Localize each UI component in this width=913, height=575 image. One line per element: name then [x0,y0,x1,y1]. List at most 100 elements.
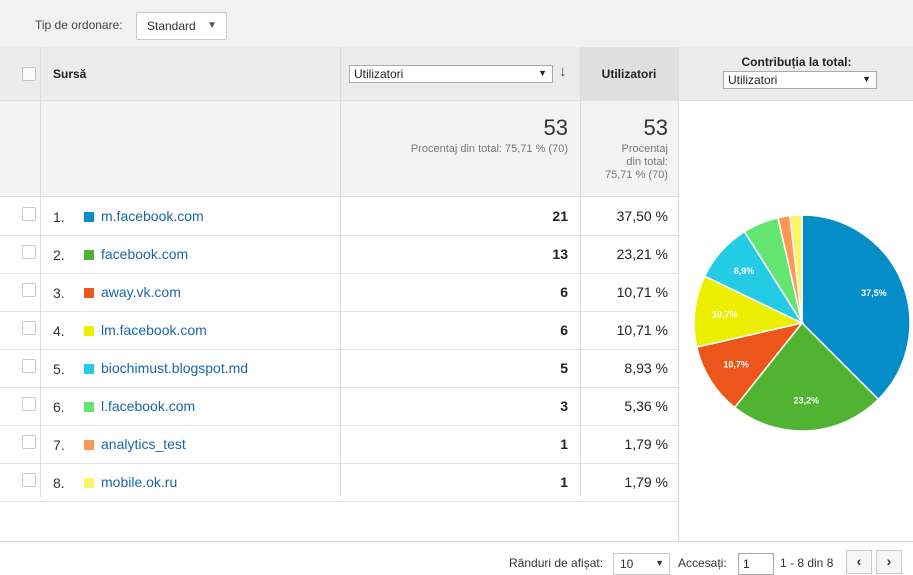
chevron-down-icon: ▼ [207,20,217,31]
rows-per-page-label: Rânduri de afișat: [509,556,604,570]
metric-select-value: Utilizatori [354,67,404,81]
row-number: 4. [53,323,65,339]
series-swatch [84,402,94,412]
table-row: 6. l.facebook.com 3 5,36 % [0,388,678,426]
toolbar: Tip de ordonare: Standard ▼ [0,0,913,47]
sort-type-label: Tip de ordonare: [35,18,123,32]
row-checkbox[interactable] [22,283,36,297]
source-column-header[interactable]: Sursă [53,67,86,81]
series-swatch [84,440,94,450]
row-number: 6. [53,399,65,415]
total-users-note-line3: 75,71 % (70) [605,169,668,181]
source-link[interactable]: biochimust.blogspot.md [101,360,248,376]
users-percent: 37,50 % [616,208,668,224]
users-percent: 10,71 % [616,284,668,300]
data-table: Sursă Utilizatori ▼ ↓ Utilizatori 53 Pro… [0,47,678,541]
sort-type-dropdown[interactable]: Standard ▼ [136,12,227,40]
series-swatch [84,288,94,298]
total-users-note-line2: din total: [626,156,668,168]
table-row: 3. away.vk.com 6 10,71 % [0,274,678,312]
column-divider [40,47,41,497]
table-row: 2. facebook.com 13 23,21 % [0,236,678,274]
column-divider [340,47,341,497]
users-percent: 8,93 % [624,360,668,376]
chevron-down-icon: ▼ [862,74,871,84]
source-link[interactable]: m.facebook.com [101,208,204,224]
source-link[interactable]: mobile.ok.ru [101,474,177,490]
users-percent: 23,21 % [616,246,668,262]
rows-per-page-select[interactable]: 10 ▼ [613,553,670,575]
metric-select[interactable]: Utilizatori ▼ [349,65,553,83]
go-to-page-input[interactable]: 1 [738,553,774,575]
row-checkbox[interactable] [22,245,36,259]
pie-slice-label: 10,7% [712,309,738,319]
chevron-down-icon: ▼ [538,68,547,78]
chevron-right-icon: › [886,553,892,569]
row-checkbox[interactable] [22,359,36,373]
table-row: 5. biochimust.blogspot.md 5 8,93 % [0,350,678,388]
contribution-header: Contribuția la total: Utilizatori ▼ [678,47,913,101]
previous-page-button[interactable]: ‹ [846,550,872,574]
table-row: 7. analytics_test 1 1,79 % [0,426,678,464]
series-swatch [84,364,94,374]
users-value: 13 [552,246,568,262]
pie-slice-label: 8,9% [734,266,755,276]
chevron-left-icon: ‹ [856,553,862,569]
row-number: 5. [53,361,65,377]
users-value: 3 [560,398,568,414]
total-users-value-2: 53 [643,115,668,140]
users-percent: 1,79 % [624,474,668,490]
sort-type-value: Standard [147,19,196,33]
totals-row: 53 Procentaj din total: 75,71 % (70) 53 … [0,101,678,197]
series-swatch [84,212,94,222]
row-checkbox[interactable] [22,321,36,335]
source-link[interactable]: away.vk.com [101,284,181,300]
table-row: 1. m.facebook.com 21 37,50 % [0,198,678,236]
contribution-title: Contribuția la total: [741,55,852,69]
column-divider [580,47,581,497]
contribution-pie-chart: 37,5% 23,2% 10,7% 10,7% 8,9% [693,214,911,432]
row-number: 1. [53,209,65,225]
series-swatch [84,478,94,488]
contribution-select[interactable]: Utilizatori ▼ [723,71,877,89]
users-column-header[interactable]: Utilizatori [580,47,678,101]
pie-slice-label: 10,7% [723,359,749,369]
row-checkbox[interactable] [22,207,36,221]
users-value: 1 [560,474,568,490]
source-link[interactable]: analytics_test [101,436,186,452]
pie-slice-label: 23,2% [794,396,820,406]
source-link[interactable]: facebook.com [101,246,188,262]
row-number: 8. [53,475,65,491]
users-percent: 5,36 % [624,398,668,414]
total-users-note-line1: Procentaj [621,143,668,155]
total-users-value: 53 [543,115,568,140]
go-to-label: Accesați: [678,556,727,570]
source-link[interactable]: lm.facebook.com [101,322,207,338]
series-swatch [84,326,94,336]
table-row: 8. mobile.ok.ru 1 1,79 % [0,464,678,502]
row-checkbox[interactable] [22,473,36,487]
users-value: 5 [560,360,568,376]
source-link[interactable]: l.facebook.com [101,398,195,414]
users-percent: 1,79 % [624,436,668,452]
select-all-checkbox[interactable] [22,67,36,81]
row-number: 3. [53,285,65,301]
users-value: 6 [560,322,568,338]
sort-descending-icon[interactable]: ↓ [559,63,567,80]
users-percent: 10,71 % [616,322,668,338]
contribution-select-value: Utilizatori [728,73,778,87]
next-page-button[interactable]: › [876,550,902,574]
row-number: 2. [53,247,65,263]
row-checkbox[interactable] [22,397,36,411]
series-swatch [84,250,94,260]
rows-per-page-value: 10 [620,557,634,571]
panel-divider [678,101,679,541]
users-value: 21 [552,208,568,224]
row-number: 7. [53,437,65,453]
table-header: Sursă Utilizatori ▼ ↓ Utilizatori [0,47,678,101]
chevron-down-icon: ▼ [655,558,664,568]
total-users-note: Procentaj din total: 75,71 % (70) [410,143,568,155]
pagination-footer: Rânduri de afișat: 10 ▼ Accesați: 1 1 - … [0,541,913,575]
pie-slice-label: 37,5% [861,288,887,298]
row-checkbox[interactable] [22,435,36,449]
